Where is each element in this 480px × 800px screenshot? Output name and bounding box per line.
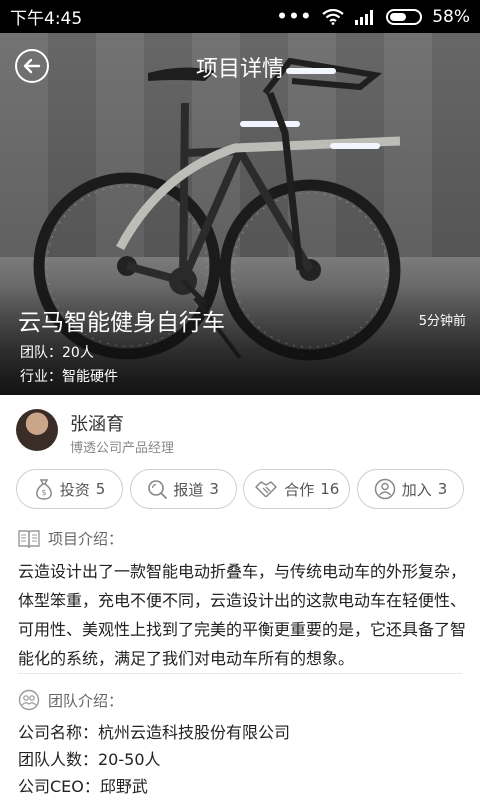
status-icons: ••• 58% <box>277 7 470 27</box>
author-name: 张涵育 <box>70 414 124 435</box>
invest-button[interactable]: $ 投资 5 <box>16 469 123 509</box>
author-title: 博透公司产品经理 <box>70 441 175 456</box>
cooperate-button[interactable]: 合作 16 <box>243 469 351 509</box>
project-name: 云马智能健身自行车 <box>18 310 225 336</box>
status-bar: 下午4:45 ••• 58% <box>0 0 480 33</box>
section-divider <box>18 673 462 674</box>
team-heading: 团队介绍： <box>18 689 123 711</box>
action-bar: $ 投资 5 报道 3 合作 16 加入 3 <box>16 469 464 509</box>
battery-icon <box>386 8 423 25</box>
signal-icon <box>355 9 374 25</box>
page-title: 项目详情 <box>195 57 284 82</box>
battery-fill <box>390 12 407 21</box>
team-heading-label: 团队介绍： <box>48 691 124 710</box>
intro-heading: 项目介绍： <box>18 528 123 549</box>
join-button[interactable]: 加入 3 <box>356 469 464 509</box>
report-count: 3 <box>209 480 219 498</box>
money-bag-icon: $ <box>35 479 52 500</box>
report-label: 报道 <box>173 480 204 499</box>
invest-label: 投资 <box>59 480 90 499</box>
status-time: 下午4:45 <box>10 9 83 29</box>
team-icon <box>18 689 40 711</box>
handshake-icon <box>255 481 277 498</box>
book-icon <box>18 529 40 548</box>
search-icon <box>148 480 168 499</box>
cooperate-count: 16 <box>320 480 340 498</box>
cooperate-label: 合作 <box>284 480 315 499</box>
invest-count: 5 <box>95 480 106 498</box>
report-button[interactable]: 报道 3 <box>129 469 237 509</box>
team-size: 团队人数：20-50人 <box>18 750 161 769</box>
company-ceo: 公司CEO：邱野武 <box>18 777 148 796</box>
project-hero: 项目详情 云马智能健身自行车 5分钟前 团队：20人 行业：智能硬件 <box>0 33 480 395</box>
company-name: 公司名称：杭州云造科技股份有限公司 <box>18 723 291 742</box>
author-row[interactable]: 张涵育 博透公司产品经理 <box>0 395 480 461</box>
svg-text:$: $ <box>41 488 46 497</box>
more-dots-icon: ••• <box>276 6 313 27</box>
join-count: 3 <box>437 480 448 498</box>
project-time-ago: 5分钟前 <box>418 314 466 329</box>
intro-text: 云造设计出了一款智能电动折叠车，与传统电动车的外形复杂，体型笨重，充电不便不同，… <box>18 562 467 668</box>
intro-heading-label: 项目介绍： <box>48 530 124 548</box>
project-industry: 行业：智能硬件 <box>20 369 118 385</box>
project-team-size: 团队：20人 <box>20 345 94 361</box>
person-add-icon <box>374 478 395 500</box>
battery-percent: 58% <box>432 6 470 27</box>
join-label: 加入 <box>401 480 432 499</box>
wifi-icon <box>322 8 344 25</box>
avatar[interactable] <box>16 409 58 451</box>
